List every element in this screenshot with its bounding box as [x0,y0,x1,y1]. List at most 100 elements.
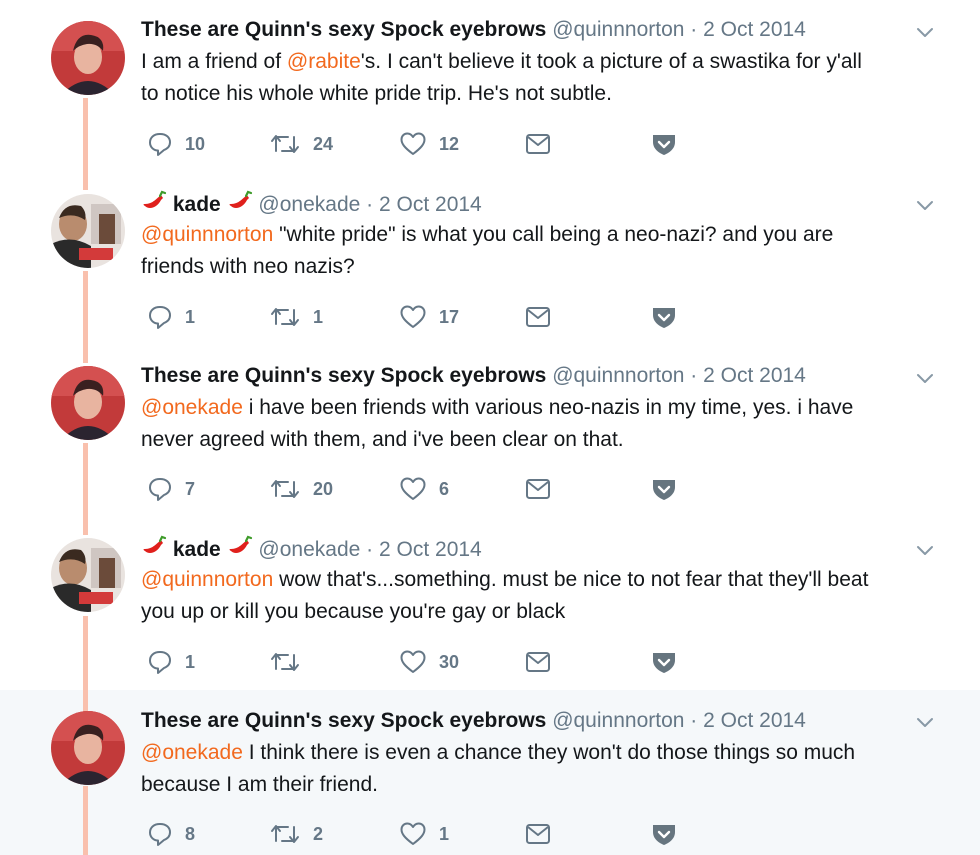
user-handle[interactable]: @onekade [258,538,360,561]
tweet-text-line1: "white pride" is what you call being a n… [273,223,834,246]
reply-button[interactable]: 1 [147,647,195,677]
display-name[interactable]: These are Quinn's sexy Spock eyebrows [141,364,546,387]
tweet-date[interactable]: 2 Oct 2014 [379,193,482,216]
direct-message-button[interactable] [525,129,551,159]
user-handle[interactable]: @quinnnorton [552,18,684,41]
envelope-icon [526,307,550,327]
tweet[interactable]: kade @onekade · 2 Oct 2014 @quinnnorton … [0,172,980,344]
mention-link[interactable]: @quinnnorton [141,568,273,591]
separator: · [690,709,698,732]
heart-icon [400,132,426,155]
retweet-button[interactable]: 20 [269,474,333,504]
like-button[interactable]: 30 [399,647,459,677]
user-handle[interactable]: @quinnnorton [552,709,684,732]
reply-button[interactable]: 7 [147,474,195,504]
separator: · [366,193,374,216]
heart-icon [400,822,426,845]
mention-link[interactable]: @quinnnorton [141,223,273,246]
retweet-button[interactable]: 1 [269,302,323,332]
retweet-button[interactable] [269,647,313,677]
reply-icon [149,306,171,329]
display-name[interactable]: These are Quinn's sexy Spock eyebrows [141,18,546,41]
tweet-text: @quinnnorton "white pride" is what you c… [141,219,941,283]
tweet-date[interactable]: 2 Oct 2014 [703,18,806,41]
hot-pepper-emoji [141,535,167,566]
user-handle[interactable]: @onekade [258,193,360,216]
tweet-text-line2: friends with neo nazis? [141,255,355,278]
avatar[interactable] [51,366,125,440]
retweet-button[interactable]: 2 [269,819,323,849]
shield-icon [653,653,675,673]
avatar[interactable] [51,711,125,785]
chevron-down-icon[interactable] [914,21,936,43]
tweet-text-line2: you up or kill you because you're gay or… [141,600,566,623]
hot-pepper-emoji [141,190,167,221]
tweet-text: @quinnnorton wow that's...something. mus… [141,564,941,628]
tweet-date[interactable]: 2 Oct 2014 [703,364,806,387]
separator: · [690,364,698,387]
tweet-text-start: I am a friend of [141,50,287,73]
tweet-text: @onekade I think there is even a chance … [141,737,941,801]
heart-icon [400,650,426,673]
shield-icon [653,825,675,845]
reply-button[interactable]: 10 [147,129,205,159]
chevron-down-icon[interactable] [914,539,936,561]
tweet[interactable]: These are Quinn's sexy Spock eyebrows @q… [0,344,980,516]
shield-button[interactable] [651,129,677,159]
envelope-icon [526,824,550,844]
envelope-icon [526,134,550,154]
mention-link[interactable]: @onekade [141,396,243,419]
reply-count: 10 [185,133,206,154]
shield-button[interactable] [651,302,677,332]
tweet[interactable]: kade @onekade · 2 Oct 2014 @quinnnorton … [0,516,980,688]
like-button[interactable]: 6 [399,474,449,504]
reply-button[interactable]: 8 [147,819,195,849]
like-button[interactable]: 17 [399,302,459,332]
hot-pepper-emoji [227,535,253,566]
retweet-icon [271,480,299,498]
reply-icon [149,478,171,501]
direct-message-button[interactable] [525,647,551,677]
tweet-header: These are Quinn's sexy Spock eyebrows @q… [141,708,806,734]
avatar[interactable] [51,538,125,612]
tweet[interactable]: These are Quinn's sexy Spock eyebrows @q… [0,0,980,172]
retweet-icon [271,135,299,153]
chevron-down-icon[interactable] [914,711,936,733]
shield-button[interactable] [651,647,677,677]
avatar[interactable] [51,194,125,268]
reply-count: 8 [185,823,196,844]
like-button[interactable]: 12 [399,129,459,159]
chevron-down-icon[interactable] [914,194,936,216]
reply-icon [149,651,171,674]
avatar[interactable] [51,21,125,95]
display-name[interactable]: kade [173,193,221,216]
shield-button[interactable] [651,474,677,504]
shield-button[interactable] [651,819,677,849]
like-count: 30 [439,651,460,672]
direct-message-button[interactable] [525,474,551,504]
tweet-header: kade @onekade · 2 Oct 2014 [141,535,482,566]
tweet-actions: 1 1 17 [141,302,701,332]
retweet-button[interactable]: 24 [269,129,333,159]
direct-message-button[interactable] [525,819,551,849]
tweet-date[interactable]: 2 Oct 2014 [379,538,482,561]
mention-link[interactable]: @onekade [141,741,243,764]
user-handle[interactable]: @quinnnorton [552,364,684,387]
direct-message-button[interactable] [525,302,551,332]
reply-button[interactable]: 1 [147,302,195,332]
display-name[interactable]: These are Quinn's sexy Spock eyebrows [141,709,546,732]
chevron-down-icon[interactable] [914,367,936,389]
tweet-date[interactable]: 2 Oct 2014 [703,709,806,732]
tweet-header: kade @onekade · 2 Oct 2014 [141,190,482,221]
tweet-text: @onekade i have been friends with variou… [141,392,941,456]
tweet-actions: 8 2 1 [141,819,701,849]
tweet-actions: 1 30 [141,647,701,677]
avatar-image [51,366,125,440]
like-button[interactable]: 1 [399,819,449,849]
heart-icon [400,305,426,328]
tweet-focused[interactable]: These are Quinn's sexy Spock eyebrows @q… [0,690,980,855]
tweet-text-line2: to notice his whole white pride trip. He… [141,82,612,105]
display-name[interactable]: kade [173,538,221,561]
mention-link[interactable]: @rabite [287,50,361,73]
tweet-text-line1: wow that's...something. must be nice to … [273,568,869,591]
